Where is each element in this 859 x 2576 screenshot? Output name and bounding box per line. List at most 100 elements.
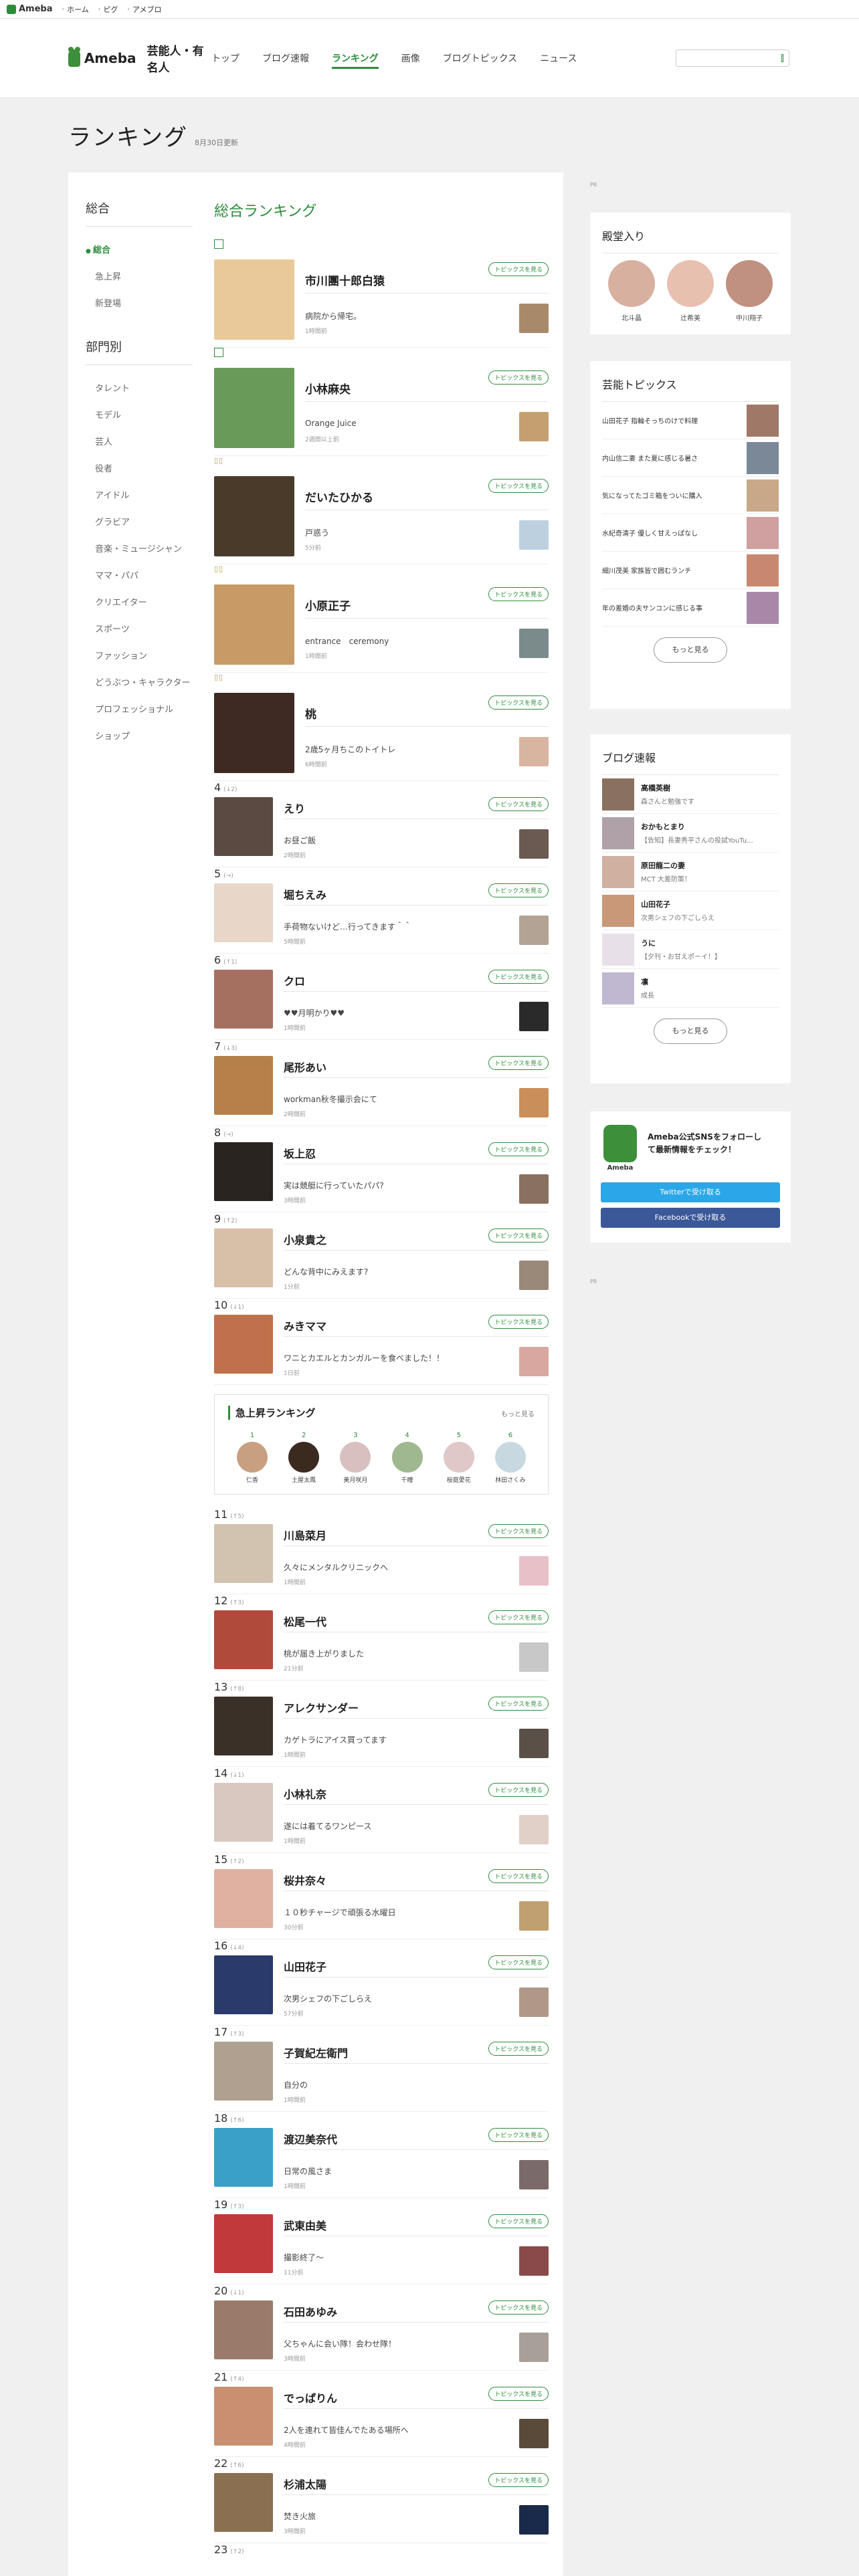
left-nav-category[interactable]: アイドル [86, 483, 193, 510]
rising-avatar[interactable] [443, 1442, 474, 1473]
topics-button[interactable]: トピックスを見る [488, 2214, 549, 2228]
topics-button[interactable]: トピックスを見る [488, 2300, 549, 2315]
topics-button[interactable]: トピックスを見る [488, 370, 549, 385]
topics-button[interactable]: トピックスを見る [488, 2473, 549, 2487]
entry-thumbnail[interactable] [519, 304, 549, 333]
avatar[interactable] [214, 797, 273, 856]
nav-blog-topics[interactable]: ブログトピックス [443, 47, 518, 69]
blog-post-title[interactable]: 【夕刊・お甘えポーイ！】 [641, 951, 721, 961]
left-nav-item[interactable]: 急上昇 [86, 264, 193, 291]
entry-title[interactable]: 戸惑う [305, 527, 329, 538]
blogger-name[interactable]: 尾形あい [284, 1059, 326, 1075]
hall-of-fame-avatar[interactable] [667, 260, 714, 307]
hall-of-fame-name[interactable]: 辻希美 [667, 312, 714, 322]
entry-thumbnail[interactable] [519, 412, 549, 441]
blog-avatar[interactable] [602, 933, 634, 966]
hall-of-fame-name[interactable]: 中川翔子 [726, 312, 773, 322]
search-input[interactable] [676, 49, 789, 67]
nav-blog-news[interactable]: ブログ速報 [262, 47, 309, 69]
topics-button[interactable]: トピックスを見る [488, 970, 549, 984]
entry-thumbnail[interactable] [519, 1002, 549, 1031]
rising-name[interactable]: 千瞳 [389, 1475, 426, 1484]
topics-button[interactable]: トピックスを見る [488, 1056, 549, 1070]
entry-title[interactable]: 自分の [284, 2079, 308, 2090]
blogger-name[interactable]: 武東由美 [284, 2217, 326, 2233]
entry-title[interactable]: workman秋冬撮示会にて [284, 1093, 377, 1105]
blog-author[interactable]: うに [641, 938, 721, 948]
avatar[interactable] [214, 2387, 273, 2446]
avatar[interactable] [214, 584, 294, 665]
entry-thumbnail[interactable] [519, 1729, 549, 1758]
entry-title[interactable]: ♥♥月明かり♥♥ [284, 1007, 345, 1018]
left-nav-category[interactable]: クリエイター [86, 590, 193, 617]
blog-post-title[interactable]: MCT 大差防策！ [641, 873, 691, 883]
ameba-logo[interactable]: Ameba [7, 4, 53, 14]
left-nav-category[interactable]: 役者 [86, 456, 193, 483]
hall-of-fame-item[interactable]: 北斗晶 [608, 260, 655, 322]
left-nav-category[interactable]: タレント [86, 376, 193, 403]
blogger-name[interactable]: 渡辺美奈代 [284, 2131, 337, 2147]
avatar[interactable] [214, 259, 294, 340]
hall-of-fame-name[interactable]: 北斗晶 [608, 312, 655, 322]
topics-button[interactable]: トピックスを見る [488, 1783, 549, 1797]
blog-author[interactable]: 原田龍二の妻 [641, 860, 691, 871]
entry-thumbnail[interactable] [519, 916, 549, 945]
entry-title[interactable]: 桃が届き上がりました [284, 1648, 364, 1659]
entry-title[interactable]: 実は競艇に行っていたパパ? [284, 1180, 384, 1191]
blog-news-item[interactable]: 山田花子 次男シェフの下ごしらえ [602, 891, 779, 930]
topic-text[interactable]: 細川茂美 家族皆で囲むランチ [602, 565, 691, 575]
topic-thumbnail[interactable] [747, 591, 779, 624]
blogger-name[interactable]: 小林礼奈 [284, 1786, 326, 1802]
twitter-follow-button[interactable]: Twitterで受け取る [601, 1182, 780, 1202]
hall-of-fame-avatar[interactable] [726, 260, 773, 307]
left-nav-category[interactable]: 音楽・ミュージシャン [86, 536, 193, 563]
blog-avatar[interactable] [602, 894, 634, 927]
blogger-name[interactable]: 市川團十郎白猿 [305, 272, 385, 288]
rising-name[interactable]: 林田さくみ [492, 1475, 529, 1484]
avatar[interactable] [214, 1610, 273, 1669]
entry-thumbnail[interactable] [519, 1174, 549, 1204]
topic-item[interactable]: 内山信二妻 また夏に感じる暑さ [602, 439, 779, 477]
entry-title[interactable]: 父ちゃんに会い隊！会わせ隊！ [284, 2338, 396, 2349]
blogger-name[interactable]: クロ [284, 972, 305, 988]
topics-button[interactable]: トピックスを見る [488, 1142, 549, 1156]
avatar[interactable] [214, 1056, 273, 1115]
avatar[interactable] [214, 2128, 273, 2187]
hall-of-fame-item[interactable]: 中川翔子 [726, 260, 773, 322]
avatar[interactable] [214, 1783, 273, 1842]
topic-text[interactable]: 水紀奇清子 優しく甘えっぱなし [602, 528, 698, 538]
avatar[interactable] [214, 1142, 273, 1201]
entry-title[interactable]: entrance ceremony [305, 635, 389, 647]
avatar[interactable] [214, 1955, 273, 2014]
left-nav-category[interactable]: スポーツ [86, 617, 193, 643]
rising-item[interactable]: 6 林田さくみ [492, 1432, 529, 1484]
brand-logo[interactable]: Ameba 芸能人・有名人 [68, 41, 211, 75]
topics-button[interactable]: トピックスを見る [488, 2042, 549, 2056]
topics-button[interactable]: トピックスを見る [488, 1315, 549, 1329]
topic-item[interactable]: 水紀奇清子 優しく甘えっぱなし [602, 514, 779, 552]
blogger-name[interactable]: 小林麻央 [305, 380, 351, 397]
left-nav-category[interactable]: ショップ [86, 724, 193, 750]
blogger-name[interactable]: 川島菜月 [284, 1527, 326, 1543]
entry-thumbnail[interactable] [519, 1988, 549, 2017]
topics-button[interactable]: トピックスを見る [488, 883, 549, 897]
entry-thumbnail[interactable] [519, 1347, 549, 1376]
hall-of-fame-item[interactable]: 辻希美 [667, 260, 714, 322]
left-nav-category[interactable]: どうぶつ・キャラクター [86, 670, 193, 697]
nav-news[interactable]: ニュース [540, 47, 577, 69]
blog-avatar[interactable] [602, 972, 634, 1004]
topic-item[interactable]: 年の差婚の夫サンコンに感じる事 [602, 589, 779, 627]
topics-button[interactable]: トピックスを見る [488, 1228, 549, 1243]
avatar[interactable] [214, 1315, 273, 1374]
blog-news-item[interactable]: 原田龍二の妻 MCT 大差防策！ [602, 853, 779, 891]
blogger-name[interactable]: アレクサンダー [284, 1699, 359, 1715]
topic-item[interactable]: 気になってたゴミ箱をついに購入 [602, 477, 779, 514]
entry-title[interactable]: 焚き火旅 [284, 2510, 316, 2522]
rising-avatar[interactable] [237, 1442, 268, 1473]
blogger-name[interactable]: 子賀紀左衛門 [284, 2044, 348, 2060]
blog-post-title[interactable]: 次男シェフの下ごしらえ [641, 912, 714, 922]
rising-item[interactable]: 1 仁香 [233, 1432, 271, 1484]
blog-news-item[interactable]: 凛成長 [602, 969, 779, 1008]
topics-button[interactable]: トピックスを見る [488, 479, 549, 493]
topbar-link-pigg[interactable]: › ピグ [98, 4, 118, 15]
